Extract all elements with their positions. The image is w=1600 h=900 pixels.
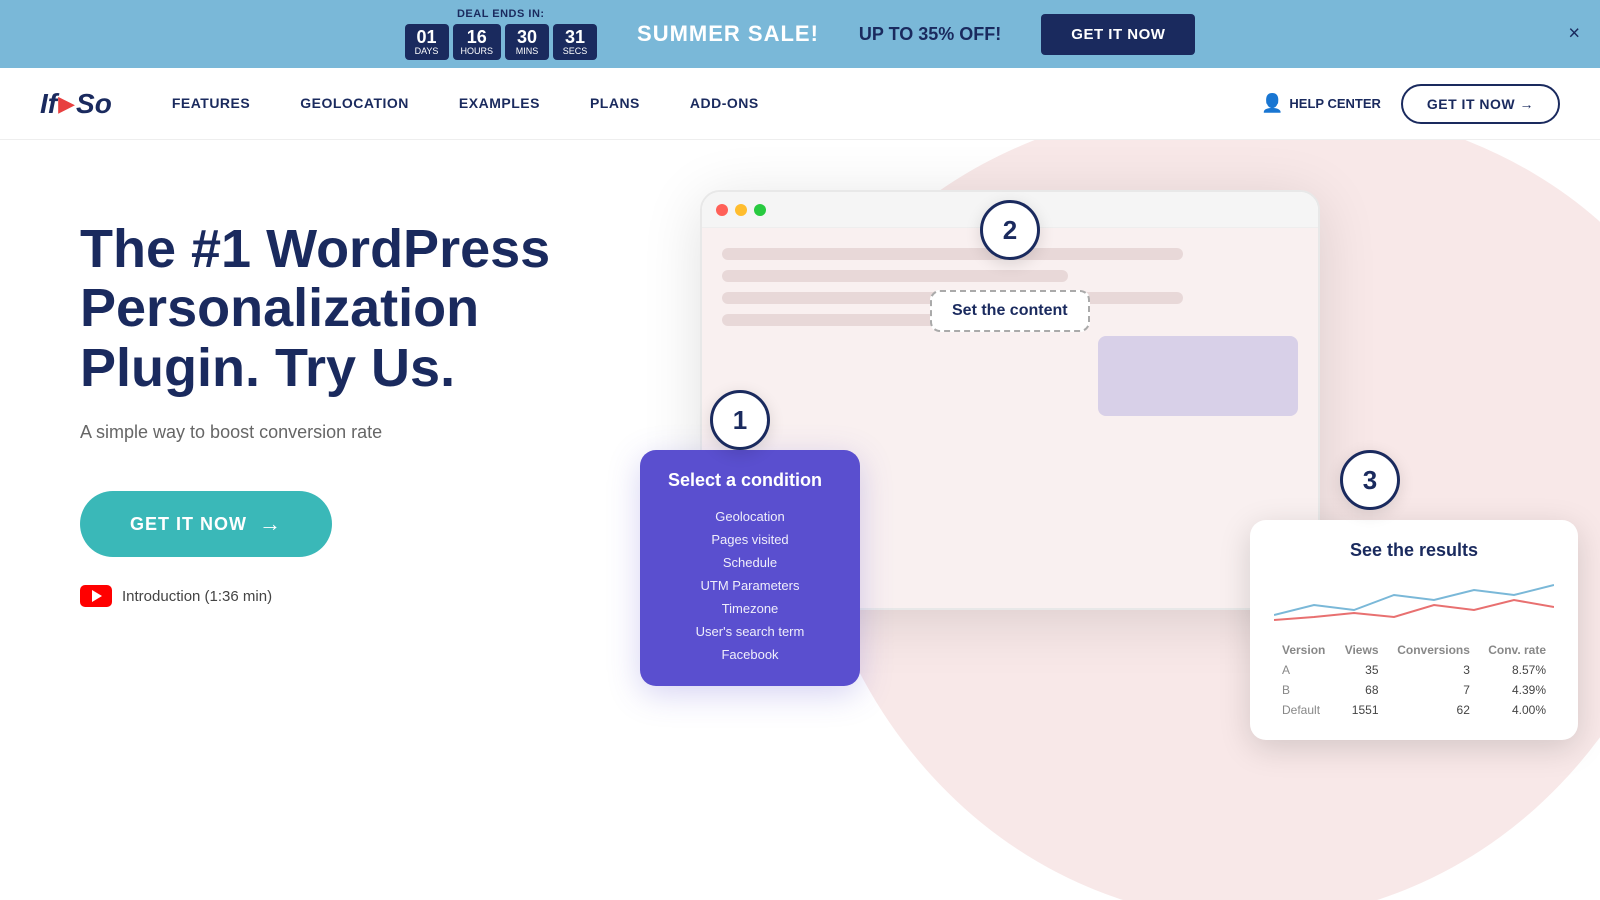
laptop-block	[1098, 336, 1298, 416]
step-1-bubble: 1	[710, 390, 770, 450]
rate-a: 8.57%	[1478, 660, 1554, 680]
help-center-link[interactable]: 👤 HELP CENTER	[1261, 93, 1381, 114]
views-a: 35	[1335, 660, 1386, 680]
timer-blocks: 01 Days 16 Hours 30 Mins 31 Secs	[405, 24, 598, 60]
condition-search-term: User's search term	[668, 620, 832, 643]
youtube-icon	[80, 585, 112, 607]
version-b: B	[1274, 680, 1335, 700]
banner-close-button[interactable]: ×	[1568, 23, 1580, 46]
promo-banner: DEAL ENDS IN: 01 Days 16 Hours 30 Mins 3…	[0, 0, 1600, 68]
select-condition-title: Select a condition	[668, 470, 832, 491]
hero-title: The #1 WordPress Personalization Plugin.…	[80, 220, 600, 398]
version-a: A	[1274, 660, 1335, 680]
laptop-line-2	[722, 270, 1068, 282]
hero-section: The #1 WordPress Personalization Plugin.…	[0, 140, 1600, 900]
nav-cta-label: GET IT NOW →	[1427, 96, 1534, 112]
set-content-label: Set the content	[930, 290, 1090, 332]
intro-video-link[interactable]: Introduction (1:36 min)	[80, 585, 620, 607]
dot-red	[716, 204, 728, 216]
laptop-line-1	[722, 248, 1183, 260]
timer-hours: 16 Hours	[453, 24, 502, 60]
col-conv-rate: Conv. rate	[1478, 640, 1554, 660]
sale-text: SUMMER SALE!	[637, 21, 819, 47]
results-card-title: See the results	[1274, 540, 1554, 561]
timer-mins: 30 Mins	[505, 24, 549, 60]
result-row-a: A 35 3 8.57%	[1274, 660, 1554, 680]
nav-plans[interactable]: PLANS	[590, 95, 640, 111]
col-version: Version	[1274, 640, 1335, 660]
logo-if: If	[40, 88, 57, 120]
condition-schedule: Schedule	[668, 551, 832, 574]
hero-subtitle: A simple way to boost conversion rate	[80, 422, 620, 443]
dot-green	[754, 204, 766, 216]
banner-cta-button[interactable]: GET IT NOW	[1041, 14, 1195, 55]
logo-arrow-icon: ▶	[58, 91, 75, 117]
version-default: Default	[1274, 700, 1335, 720]
step-3-bubble: 3	[1340, 450, 1400, 510]
results-table: Version Views Conversions Conv. rate A 3…	[1274, 640, 1554, 720]
timer-secs: 31 Secs	[553, 24, 597, 60]
step-2-number: 2	[1003, 215, 1017, 246]
condition-geolocation: Geolocation	[668, 505, 832, 528]
conversions-default: 62	[1387, 700, 1478, 720]
step-2-bubble: 2	[980, 200, 1040, 260]
discount-text: UP TO 35% OFF!	[859, 24, 1001, 45]
hero-right: 2 Set the content 1 Select a condition G…	[620, 140, 1600, 900]
nav-cta-button[interactable]: GET IT NOW →	[1401, 84, 1560, 124]
results-card: See the results Version Views Conversion…	[1250, 520, 1578, 740]
views-b: 68	[1335, 680, 1386, 700]
nav-features[interactable]: FEATURES	[172, 95, 250, 111]
step-3-number: 3	[1363, 465, 1377, 496]
nav-examples[interactable]: EXAMPLES	[459, 95, 540, 111]
help-icon: 👤	[1261, 93, 1283, 114]
nav-right: 👤 HELP CENTER GET IT NOW →	[1261, 84, 1560, 124]
condition-utm: UTM Parameters	[668, 574, 832, 597]
nav-links: FEATURES GEOLOCATION EXAMPLES PLANS ADD-…	[172, 95, 1261, 113]
nav-addons[interactable]: ADD-ONS	[690, 95, 759, 111]
video-link-label: Introduction (1:36 min)	[122, 588, 272, 605]
hero-cta-label: GET IT NOW	[130, 514, 247, 535]
rate-default: 4.00%	[1478, 700, 1554, 720]
timer-days: 01 Days	[405, 24, 449, 60]
countdown-timer: DEAL ENDS IN: 01 Days 16 Hours 30 Mins 3…	[405, 8, 598, 60]
help-center-label: HELP CENTER	[1289, 96, 1381, 111]
dot-yellow	[735, 204, 747, 216]
col-conversions: Conversions	[1387, 640, 1478, 660]
views-default: 1551	[1335, 700, 1386, 720]
rate-b: 4.39%	[1478, 680, 1554, 700]
select-condition-card: Select a condition Geolocation Pages vis…	[640, 450, 860, 686]
logo[interactable]: If ▶ So	[40, 88, 112, 120]
condition-facebook: Facebook	[668, 643, 832, 666]
hero-cta-button[interactable]: GET IT NOW →	[80, 491, 332, 557]
condition-timezone: Timezone	[668, 597, 832, 620]
hero-cta-arrow-icon: →	[259, 511, 282, 537]
set-content-text: Set the content	[952, 302, 1068, 319]
results-chart	[1274, 575, 1554, 625]
col-views: Views	[1335, 640, 1386, 660]
deal-ends-label: DEAL ENDS IN:	[457, 8, 545, 20]
nav-geolocation[interactable]: GEOLOCATION	[300, 95, 409, 111]
conversions-b: 7	[1387, 680, 1478, 700]
step-1-number: 1	[733, 405, 747, 436]
logo-so: So	[76, 88, 112, 120]
result-row-default: Default 1551 62 4.00%	[1274, 700, 1554, 720]
condition-pages-visited: Pages visited	[668, 528, 832, 551]
hero-left: The #1 WordPress Personalization Plugin.…	[0, 140, 620, 667]
result-row-b: B 68 7 4.39%	[1274, 680, 1554, 700]
conversions-a: 3	[1387, 660, 1478, 680]
main-nav: If ▶ So FEATURES GEOLOCATION EXAMPLES PL…	[0, 68, 1600, 140]
